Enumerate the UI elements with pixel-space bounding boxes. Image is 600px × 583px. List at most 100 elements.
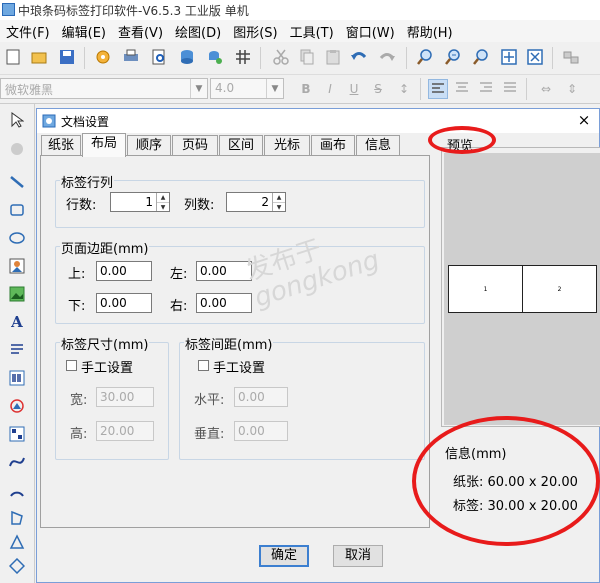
- align-left-icon[interactable]: [428, 79, 448, 99]
- tab-paper[interactable]: 纸张: [41, 135, 81, 155]
- zoom-in-icon[interactable]: [416, 48, 434, 66]
- save-icon[interactable]: [58, 48, 76, 66]
- preview-label-cell-2: 2: [522, 265, 597, 313]
- tool-palette: A: [0, 104, 35, 583]
- gap-manual-checkbox[interactable]: [198, 360, 209, 371]
- cancel-button[interactable]: 取消: [333, 545, 383, 567]
- image-tool-icon[interactable]: [7, 256, 27, 276]
- align-center-icon[interactable]: [452, 79, 472, 99]
- fit-page-icon[interactable]: [500, 48, 518, 66]
- text-direction-icon[interactable]: ↕: [394, 79, 414, 99]
- vertical-gap-input[interactable]: 0.00: [234, 421, 288, 441]
- menu-edit[interactable]: 编辑(E): [56, 22, 112, 41]
- database-settings-icon[interactable]: [206, 48, 224, 66]
- zoom-actual-icon[interactable]: [472, 48, 490, 66]
- label-rowcol-title: 标签行列: [60, 172, 115, 191]
- app-logo-icon: [2, 3, 15, 16]
- cut-icon[interactable]: [272, 48, 290, 66]
- tab-layout[interactable]: 布局: [82, 133, 126, 157]
- italic-icon[interactable]: I: [320, 79, 340, 99]
- tab-canvas[interactable]: 画布: [311, 135, 355, 155]
- spin-up-icon[interactable]: ▲: [157, 193, 169, 203]
- open-folder-icon[interactable]: [30, 48, 48, 66]
- height-input[interactable]: 20.00: [96, 421, 154, 441]
- menu-file[interactable]: 文件(F): [0, 22, 56, 41]
- font-size-combo[interactable]: 4.0 ▼: [210, 78, 284, 99]
- font-size-value: 4.0: [215, 81, 235, 95]
- margin-bottom-input[interactable]: 0.00: [96, 293, 152, 313]
- ok-button[interactable]: 确定: [259, 545, 309, 567]
- layout-tab-panel: 标签行列 行数: 1 ▲ ▼ 列数: 2 ▲ ▼ 页面边距(mm) 上: 0.00 …: [40, 155, 430, 528]
- select-pointer-icon[interactable]: [7, 110, 27, 130]
- margin-top-input[interactable]: 0.00: [96, 261, 152, 281]
- spin-down-icon[interactable]: ▼: [273, 203, 285, 212]
- rectangle-tool-icon[interactable]: [7, 200, 27, 220]
- text-tool-icon[interactable]: A: [7, 312, 27, 332]
- triangle-tool-icon[interactable]: [7, 532, 27, 552]
- undo-icon[interactable]: [350, 48, 368, 66]
- settings-gear-icon[interactable]: [94, 48, 112, 66]
- print-icon[interactable]: [122, 48, 140, 66]
- label-rowcol-group: 标签行列 行数: 1 ▲ ▼ 列数: 2 ▲ ▼: [55, 172, 425, 228]
- menu-draw[interactable]: 绘图(D): [169, 22, 227, 41]
- new-file-icon[interactable]: [4, 48, 22, 66]
- toolbar-separator: [526, 78, 527, 100]
- menu-help[interactable]: 帮助(H): [401, 22, 459, 41]
- ellipse-tool-icon[interactable]: [7, 228, 27, 248]
- multiline-text-icon[interactable]: [7, 340, 27, 360]
- fit-window-icon[interactable]: [526, 48, 544, 66]
- database-icon[interactable]: [178, 48, 196, 66]
- distribute-h-icon[interactable]: ⇔: [536, 79, 556, 99]
- zoom-out-icon[interactable]: [444, 48, 462, 66]
- width-input[interactable]: 30.00: [96, 387, 154, 407]
- barcode-tool-icon[interactable]: [7, 368, 27, 388]
- bold-icon[interactable]: B: [296, 79, 316, 99]
- tab-page-number[interactable]: 页码: [172, 135, 218, 155]
- group-icon[interactable]: [562, 48, 580, 66]
- menu-shape[interactable]: 图形(S): [227, 22, 283, 41]
- cols-stepper[interactable]: 2 ▲ ▼: [226, 192, 286, 212]
- underline-icon[interactable]: U: [344, 79, 364, 99]
- menu-view[interactable]: 查看(V): [112, 22, 169, 41]
- polygon-tool-icon[interactable]: [7, 508, 27, 528]
- shape-tool-icon[interactable]: [7, 396, 27, 416]
- gap-manual-label: 手工设置: [213, 361, 266, 376]
- horizontal-gap-input[interactable]: 0.00: [234, 387, 288, 407]
- close-button[interactable]: ×: [575, 111, 593, 129]
- cols-label: 列数:: [184, 198, 215, 213]
- paste-icon[interactable]: [324, 48, 342, 66]
- strikethrough-icon[interactable]: S: [368, 79, 388, 99]
- tab-cursor[interactable]: 光标: [264, 135, 310, 155]
- tab-range[interactable]: 区间: [219, 135, 263, 155]
- spin-down-icon[interactable]: ▼: [157, 203, 169, 212]
- curve-tool-icon[interactable]: [7, 452, 27, 472]
- main-toolbar: [0, 42, 600, 75]
- size-manual-label: 手工设置: [81, 361, 134, 376]
- menu-tools[interactable]: 工具(T): [284, 22, 340, 41]
- diamond-tool-icon[interactable]: [7, 556, 27, 576]
- label-gap-title: 标签间距(mm): [184, 334, 274, 353]
- size-manual-checkbox[interactable]: [66, 360, 77, 371]
- tab-info[interactable]: 信息: [356, 135, 400, 155]
- tab-order[interactable]: 顺序: [127, 135, 171, 155]
- copy-icon[interactable]: [298, 48, 316, 66]
- hand-tool-icon[interactable]: [7, 138, 27, 158]
- spin-up-icon[interactable]: ▲: [273, 193, 285, 203]
- align-justify-icon[interactable]: [500, 79, 520, 99]
- menu-window[interactable]: 窗口(W): [340, 22, 401, 41]
- picture-tool-icon[interactable]: [7, 284, 27, 304]
- align-right-icon[interactable]: [476, 79, 496, 99]
- print-preview-icon[interactable]: [150, 48, 168, 66]
- redo-icon[interactable]: [378, 48, 396, 66]
- document-settings-icon: [42, 114, 56, 128]
- distribute-v-icon[interactable]: ⇕: [562, 79, 582, 99]
- arc-tool-icon[interactable]: [7, 480, 27, 500]
- line-tool-icon[interactable]: [7, 172, 27, 192]
- toolbar-separator: [552, 47, 553, 69]
- grid-icon[interactable]: [234, 48, 252, 66]
- margin-right-input[interactable]: 0.00: [196, 293, 252, 313]
- qrcode-tool-icon[interactable]: [7, 424, 27, 444]
- font-name-combo[interactable]: 微软雅黑 ▼: [0, 78, 208, 99]
- app-title: 中琅条码标签打印软件-V6.5.3 工业版 单机: [18, 4, 249, 18]
- rows-stepper[interactable]: 1 ▲ ▼: [110, 192, 170, 212]
